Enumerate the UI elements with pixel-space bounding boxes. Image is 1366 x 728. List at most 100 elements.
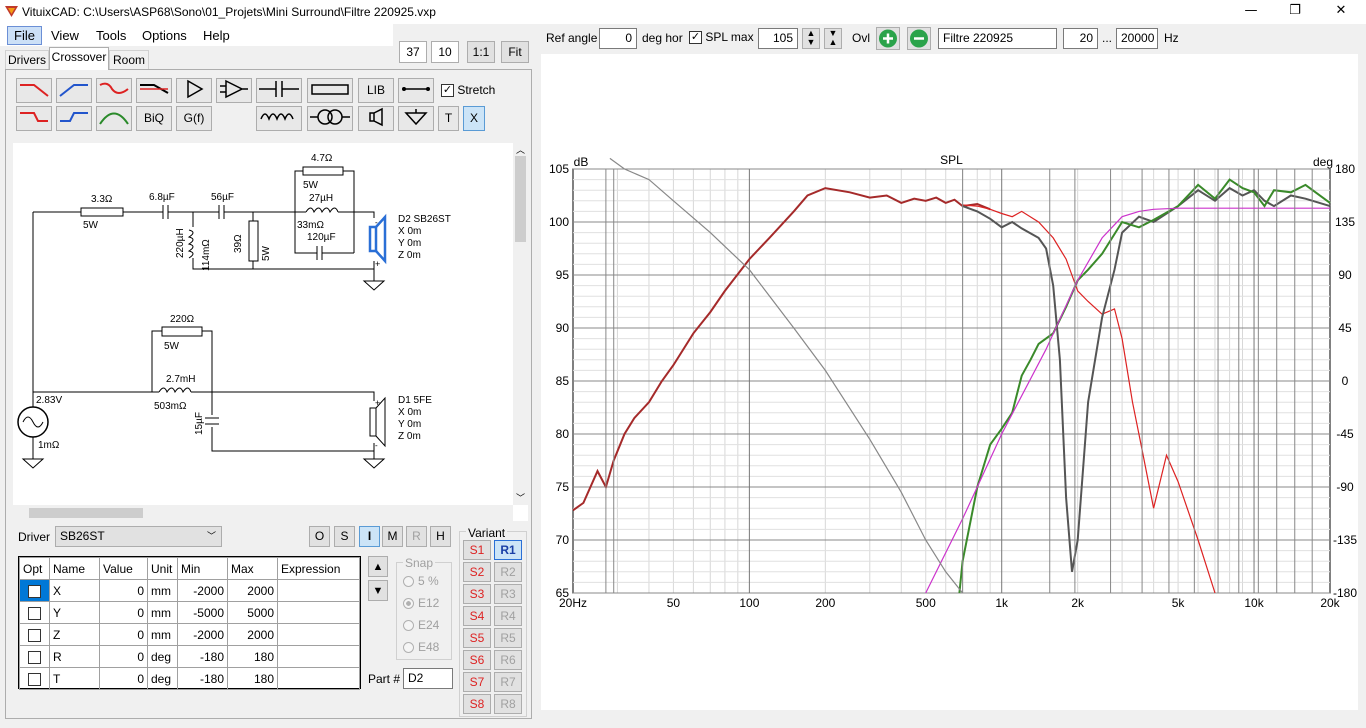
snap-5pct-radio[interactable]: 5 % <box>403 574 439 588</box>
vertical-scroll-thumb[interactable] <box>515 156 526 242</box>
opt-checkbox[interactable] <box>28 672 41 686</box>
snap-e12-radio[interactable]: E12 <box>403 596 439 610</box>
tab-room[interactable]: Room <box>109 50 149 70</box>
param-min[interactable]: -180 <box>177 645 228 668</box>
zoom-width-input[interactable]: 37 <box>399 41 427 63</box>
spl-chart-area[interactable]: SPL dB deg 65 70 75 80 85 90 95 100 105 -180 -135 -90-… <box>541 54 1358 710</box>
spl-max-input[interactable]: 105 <box>758 28 798 49</box>
overlay-name-input[interactable]: Filtre 220925 <box>938 28 1057 49</box>
resistor-r2[interactable] <box>248 220 259 262</box>
param-value[interactable]: 0 <box>99 579 148 602</box>
opt-checkbox[interactable] <box>28 584 41 598</box>
mode-s-button[interactable]: S <box>334 526 355 547</box>
param-value[interactable]: 0 <box>99 623 148 646</box>
capacitor-button[interactable] <box>256 78 302 103</box>
param-min[interactable]: -2000 <box>177 579 228 602</box>
table-row[interactable]: T 0 deg -180 180 <box>19 667 360 690</box>
mode-r-button[interactable]: R <box>406 526 427 547</box>
variant-s2-button[interactable]: S2 <box>463 562 491 582</box>
transformer-button[interactable] <box>307 106 353 131</box>
scroll-down-icon[interactable]: ﹀ <box>516 491 525 504</box>
param-min[interactable]: -5000 <box>177 601 228 624</box>
table-row[interactable]: Z 0 mm -2000 2000 <box>19 623 360 646</box>
param-max[interactable]: 2000 <box>227 579 278 602</box>
zoom-height-input[interactable]: 10 <box>431 41 459 63</box>
param-value[interactable]: 0 <box>99 645 148 668</box>
inductor-button[interactable] <box>256 106 302 131</box>
freq-max-input[interactable]: 20000 <box>1116 28 1158 49</box>
variant-s4-button[interactable]: S4 <box>463 606 491 626</box>
cross-button[interactable]: X <box>463 106 485 131</box>
variant-s7-button[interactable]: S7 <box>463 672 491 692</box>
opt-checkbox[interactable] <box>28 650 41 664</box>
variant-s6-button[interactable]: S6 <box>463 650 491 670</box>
param-value[interactable]: 0 <box>99 601 148 624</box>
spl-max-checkbox[interactable]: ✓ SPL max <box>689 30 754 45</box>
mode-o-button[interactable]: O <box>309 526 330 547</box>
driver-select[interactable]: SB26ST ﹀ <box>55 526 222 547</box>
ground-button[interactable] <box>398 106 434 131</box>
tab-crossover[interactable]: Crossover <box>49 47 109 70</box>
param-max[interactable]: 180 <box>227 667 278 690</box>
inductor-l3[interactable] <box>158 387 192 394</box>
spl-stepper[interactable]: ▲ ▼ <box>802 28 820 49</box>
resistor-r3[interactable] <box>302 166 344 176</box>
param-expression[interactable] <box>277 601 360 624</box>
move-down-button[interactable]: ▼ <box>368 580 388 601</box>
scroll-up-icon[interactable]: ︿ <box>516 143 525 156</box>
resistor-r1[interactable] <box>80 207 124 217</box>
ref-angle-input[interactable]: 0 <box>599 28 637 49</box>
table-row[interactable]: Y 0 mm -5000 5000 <box>19 601 360 624</box>
close-button[interactable]: ✕ <box>1318 0 1364 24</box>
variant-s8-button[interactable]: S8 <box>463 694 491 714</box>
variant-r4-button[interactable]: R4 <box>494 606 522 626</box>
table-row[interactable]: X 0 mm -2000 2000 <box>19 579 360 602</box>
variant-s3-button[interactable]: S3 <box>463 584 491 604</box>
part-input[interactable]: D2 <box>403 668 453 689</box>
variant-r7-button[interactable]: R7 <box>494 672 522 692</box>
opt-checkbox[interactable] <box>28 606 41 620</box>
variant-r8-button[interactable]: R8 <box>494 694 522 714</box>
zoom-fit-button[interactable]: Fit <box>501 41 529 63</box>
variant-r6-button[interactable]: R6 <box>494 650 522 670</box>
variant-s1-button[interactable]: S1 <box>463 540 491 560</box>
highpass-button[interactable] <box>56 78 92 103</box>
variant-r2-button[interactable]: R2 <box>494 562 522 582</box>
menu-file[interactable]: File <box>7 26 42 45</box>
opt-checkbox[interactable] <box>28 628 41 642</box>
freq-min-input[interactable]: 20 <box>1063 28 1098 49</box>
menu-tools[interactable]: Tools <box>93 27 129 44</box>
menu-view[interactable]: View <box>48 27 82 44</box>
driver-d1[interactable] <box>369 407 377 437</box>
driver-d2[interactable] <box>368 225 378 253</box>
variant-s5-button[interactable]: S5 <box>463 628 491 648</box>
mode-i-button[interactable]: I <box>359 526 380 547</box>
variant-r5-button[interactable]: R5 <box>494 628 522 648</box>
menu-help[interactable]: Help <box>200 27 233 44</box>
highpass-2nd-button[interactable] <box>56 106 92 131</box>
param-value[interactable]: 0 <box>99 667 148 690</box>
gf-button[interactable]: G(f) <box>176 106 212 131</box>
bandpass-button[interactable] <box>96 106 132 131</box>
library-button[interactable]: LIB <box>358 78 394 103</box>
table-row[interactable]: R 0 deg -180 180 <box>19 645 360 668</box>
param-max[interactable]: 5000 <box>227 601 278 624</box>
move-up-button[interactable]: ▲ <box>368 556 388 577</box>
param-expression[interactable] <box>277 667 360 690</box>
param-min[interactable]: -2000 <box>177 623 228 646</box>
param-expression[interactable] <box>277 579 360 602</box>
param-max[interactable]: 2000 <box>227 623 278 646</box>
spl-auto-button[interactable]: ▼ ▲ <box>824 28 842 49</box>
param-expression[interactable] <box>277 645 360 668</box>
opamp-button[interactable] <box>216 78 252 103</box>
biquad-button[interactable]: BiQ <box>136 106 172 131</box>
wire-button[interactable] <box>398 78 434 103</box>
gain-button[interactable] <box>176 78 212 103</box>
add-overlay-button[interactable] <box>876 27 900 50</box>
variant-r1-button[interactable]: R1 <box>494 540 522 560</box>
schematic-horizontal-scrollbar[interactable] <box>13 505 513 521</box>
mode-h-button[interactable]: H <box>430 526 451 547</box>
param-max[interactable]: 180 <box>227 645 278 668</box>
horizontal-scroll-thumb[interactable] <box>29 508 143 518</box>
schematic-vertical-scrollbar[interactable]: ︿ ﹀ <box>513 143 528 505</box>
